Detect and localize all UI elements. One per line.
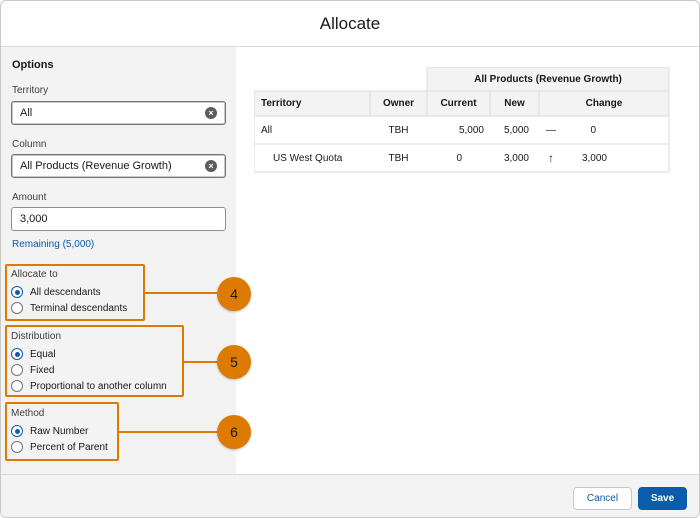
cell-change: 3,000 [581,152,607,164]
amount-input[interactable]: 3,000 [11,207,226,231]
callout-line [119,431,217,433]
clear-icon[interactable]: × [205,107,217,119]
modal-title: Allocate [319,13,381,33]
cell-new: 3,000 [503,152,529,164]
cell-change: 0 [590,124,596,136]
column-label: Column [12,139,47,150]
column-value: All Products (Revenue Growth) [20,160,172,172]
clear-icon[interactable]: × [205,160,217,172]
callout-line [145,292,217,294]
cell-owner: TBH [388,152,409,164]
cell-owner: TBH [388,124,409,136]
callout-box-allocate-to [5,264,145,321]
modal-footer: Cancel Save [1,474,699,517]
cell-current: 5,000 [458,124,484,136]
callout-box-method [5,402,119,461]
column-header: Owner [382,98,415,109]
column-header: Current [440,98,477,109]
column-header: Change [585,98,623,109]
territory-value: All [20,107,33,119]
cell-territory: All [261,124,273,136]
callout-line [184,361,217,363]
cell-new: 5,000 [503,124,529,136]
column-field[interactable]: All Products (Revenue Growth) × [11,154,226,178]
cell-current: 0 [456,152,462,164]
territory-field[interactable]: All × [11,101,226,125]
remaining-link[interactable]: Remaining (5,000) [12,239,94,250]
callout-box-distribution [5,325,184,397]
options-title: Options [12,59,54,71]
callout-badge-6: 6 [217,415,251,449]
modal-header: Allocate [1,1,699,47]
amount-value: 3,000 [20,213,48,225]
callout-badge-4: 4 [217,277,251,311]
column-header: Territory [261,98,302,109]
cancel-button[interactable]: Cancel [573,487,632,510]
amount-label: Amount [12,192,47,203]
grid-group-header: All Products (Revenue Growth) [474,73,622,85]
territory-label: Territory [12,85,49,96]
save-button[interactable]: Save [638,487,687,510]
allocate-modal: Allocate Options Territory All × Column … [0,0,700,518]
column-header: New [504,98,525,109]
cell-territory: US West Quota [273,152,343,164]
callout-badge-5: 5 [217,345,251,379]
